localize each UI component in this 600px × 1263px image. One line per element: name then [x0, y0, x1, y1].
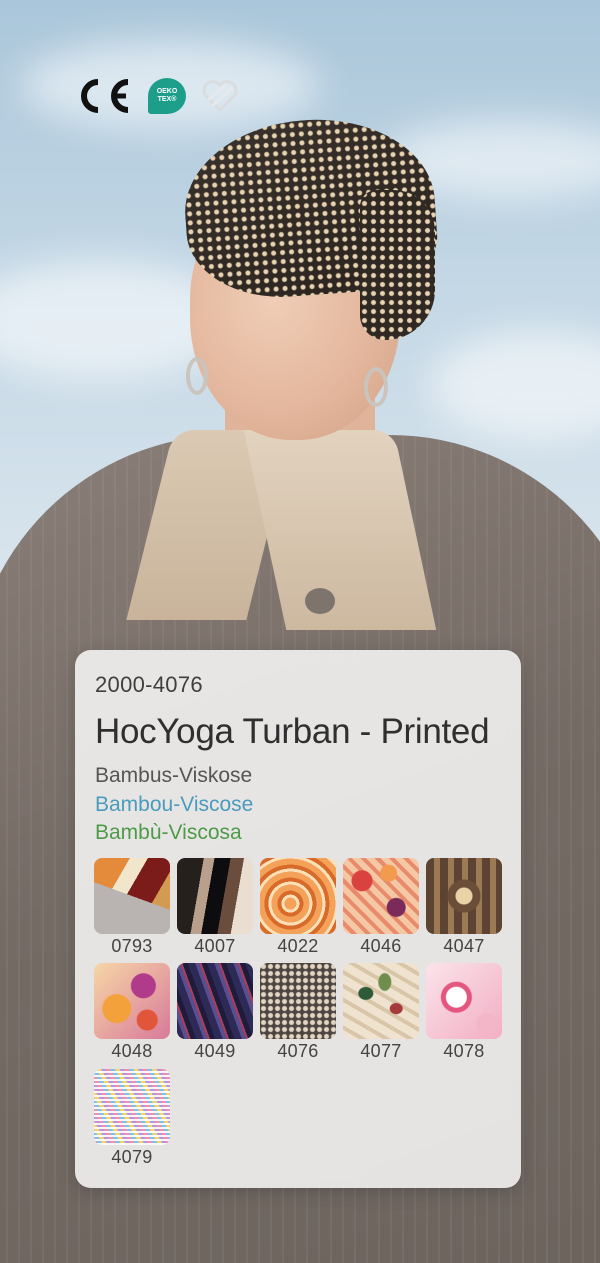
article-number: 2000-4076	[95, 672, 203, 697]
material-italian: Bambù-Viscosa	[95, 821, 242, 844]
swatch-image	[343, 858, 419, 934]
swatch-image	[94, 1069, 170, 1145]
product-card: 2000-4076 HocYoga Turban - Printed Bambu…	[75, 650, 521, 1188]
oeko-tex-logo: OEKO TEX®	[148, 78, 186, 114]
swatch-4046[interactable]: 4046	[343, 858, 419, 957]
swatch-4076[interactable]: 4076	[260, 963, 336, 1062]
swatch-code: 4049	[194, 1041, 236, 1061]
swatch-code: 4007	[194, 936, 236, 956]
swatch-image	[177, 858, 253, 934]
swatch-4022[interactable]: 4022	[260, 858, 336, 957]
swatch-code: 4077	[360, 1041, 402, 1061]
heart-certification-icon	[202, 80, 238, 113]
swatch-code: 4079	[111, 1147, 153, 1167]
swatch-image	[94, 858, 170, 934]
swatch-image	[426, 858, 502, 934]
material-german: Bambus-Viskose	[95, 764, 253, 787]
swatch-0793[interactable]: 0793	[94, 858, 170, 957]
swatch-4007[interactable]: 4007	[177, 858, 253, 957]
swatch-4047[interactable]: 4047	[426, 858, 502, 957]
swatch-code: 4022	[277, 936, 319, 956]
swatch-4049[interactable]: 4049	[177, 963, 253, 1062]
swatch-4048[interactable]: 4048	[94, 963, 170, 1062]
swatch-code: 4046	[360, 936, 402, 956]
certification-logos: OEKO TEX®	[74, 76, 240, 116]
swatch-image	[260, 963, 336, 1039]
oeko-line-2: TEX®	[157, 96, 177, 103]
material-french: Bambou-Viscose	[95, 793, 254, 816]
swatch-code: 4048	[111, 1041, 153, 1061]
swatch-4079[interactable]: 4079	[94, 1069, 170, 1168]
ce-mark-icon	[81, 79, 129, 113]
swatch-image	[177, 963, 253, 1039]
product-title: HocYoga Turban - Printed	[95, 712, 490, 751]
oeko-line-1: OEKO	[156, 88, 178, 95]
swatch-code: 4078	[443, 1041, 485, 1061]
swatch-image	[94, 963, 170, 1039]
swatch-image	[343, 963, 419, 1039]
swatch-code: 4076	[277, 1041, 319, 1061]
swatch-image	[426, 963, 502, 1039]
swatch-image	[260, 858, 336, 934]
swatch-4078[interactable]: 4078	[426, 963, 502, 1062]
swatch-code: 0793	[111, 936, 153, 956]
swatch-code: 4047	[443, 936, 485, 956]
swatch-4077[interactable]: 4077	[343, 963, 419, 1062]
